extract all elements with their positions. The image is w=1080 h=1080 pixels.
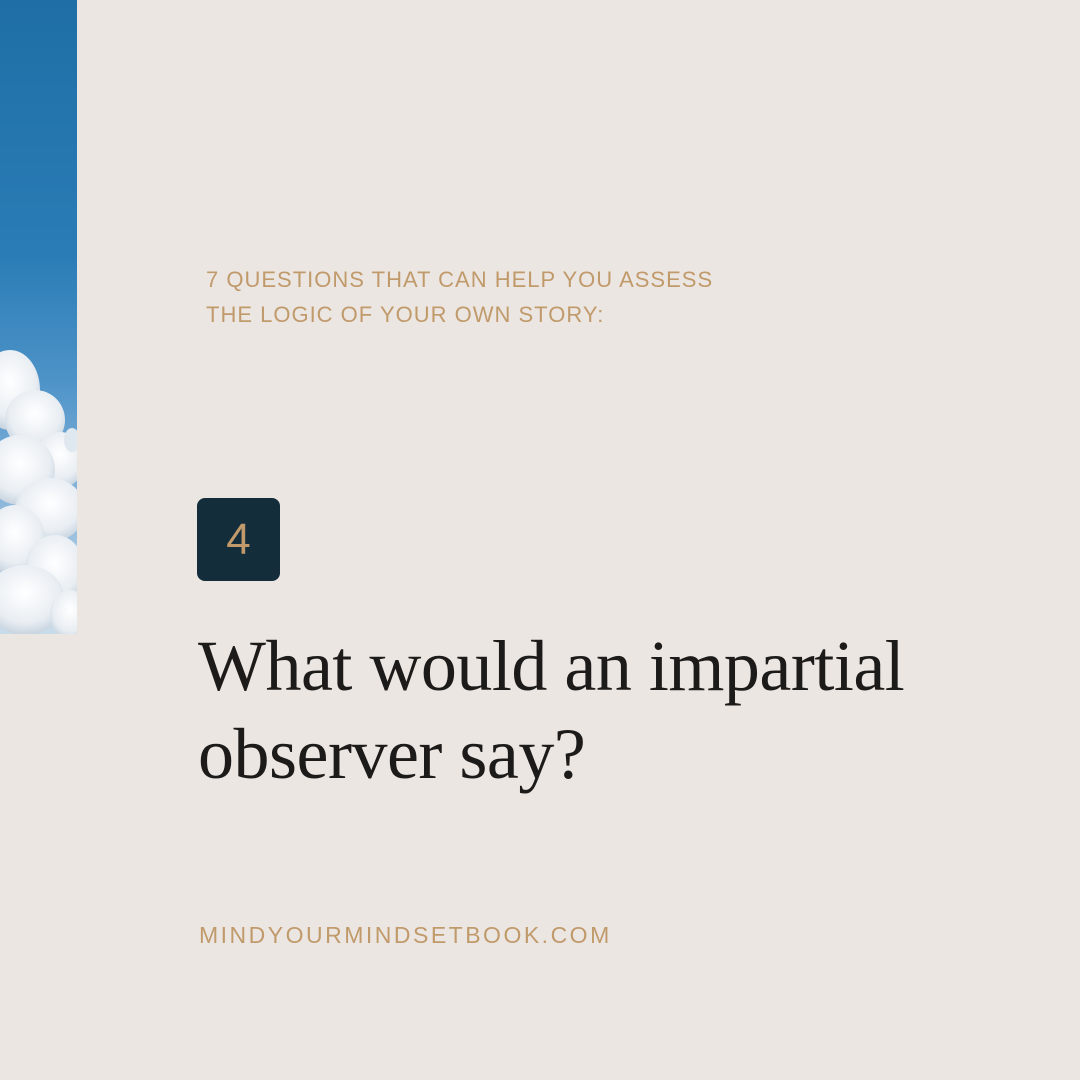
question-line-1: What would an impartial — [198, 626, 905, 706]
clouds-illustration — [0, 350, 77, 634]
question-number-badge: 4 — [197, 498, 280, 581]
series-heading-line-2: THE LOGIC OF YOUR OWN STORY: — [206, 302, 605, 327]
question-text: What would an impartial observer say? — [198, 622, 1018, 798]
website-url: MINDYOURMINDSETBOOK.COM — [199, 922, 612, 948]
series-heading-line-1: 7 QUESTIONS THAT CAN HELP YOU ASSESS — [206, 267, 714, 292]
question-line-2: observer say? — [198, 714, 586, 794]
sky-clouds-image — [0, 0, 77, 634]
question-number: 4 — [226, 514, 251, 564]
series-heading: 7 QUESTIONS THAT CAN HELP YOU ASSESS THE… — [206, 262, 906, 332]
